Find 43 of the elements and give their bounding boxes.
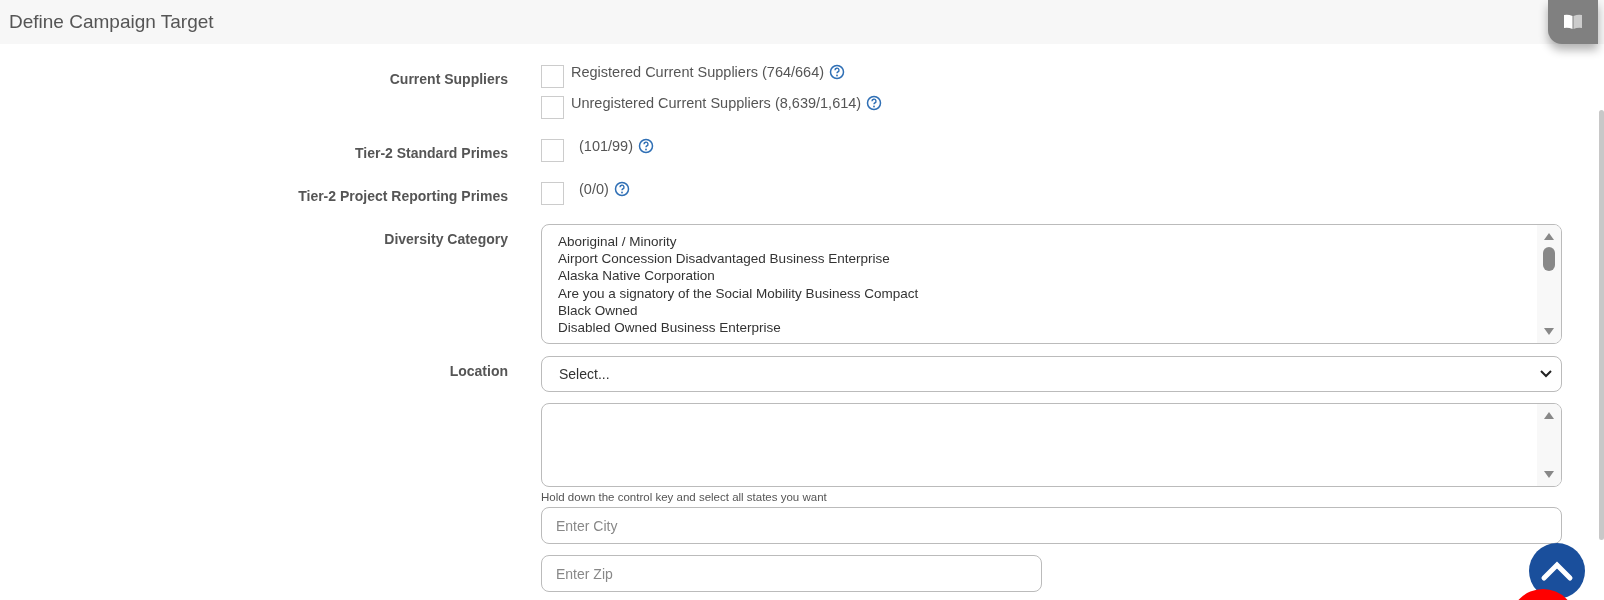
states-listbox[interactable] (541, 403, 1562, 487)
list-option[interactable]: Black Owned (558, 301, 1521, 319)
page-scrollbar[interactable] (1599, 110, 1604, 540)
help-icon[interactable] (613, 181, 630, 197)
page-title: Define Campaign Target (9, 11, 214, 33)
diversity-listbox[interactable] (541, 224, 1562, 344)
scroll-thumb[interactable] (1543, 247, 1555, 271)
field-label: Tier-2 Standard Primes (354, 145, 508, 161)
checkbox-label: (0/0) (579, 181, 609, 197)
field-label: Location (449, 363, 508, 379)
field-label: Tier-2 Project Reporting Primes (298, 188, 508, 204)
guide-button[interactable] (1548, 0, 1598, 44)
scroll-up-icon[interactable] (1543, 231, 1555, 241)
help-icon[interactable] (829, 64, 846, 80)
checkbox[interactable] (541, 96, 564, 119)
scrollbar[interactable] (1537, 225, 1561, 343)
list-option[interactable]: Disabled Owned Business Enterprise (558, 319, 1521, 337)
checkbox[interactable] (541, 65, 564, 88)
checkbox[interactable] (541, 139, 564, 162)
scroll-down-icon[interactable] (1543, 327, 1555, 337)
field-label: Diversity Category (384, 231, 508, 247)
scrollbar[interactable] (1537, 404, 1561, 486)
checkbox-label: (101/99) (579, 138, 633, 154)
city-input[interactable]: Enter City (541, 507, 1562, 544)
chevron-down-icon (1539, 369, 1553, 379)
hint-text: Hold down the control key and select all states you want (541, 491, 828, 503)
help-icon[interactable] (638, 138, 654, 154)
zip-input[interactable]: Enter Zip (541, 555, 1042, 592)
chevron-up-icon (1540, 560, 1574, 582)
scroll-up-icon[interactable] (1543, 410, 1555, 420)
list-option[interactable]: Alaska Native Corporation (558, 267, 1521, 285)
scroll-top-button[interactable] (1529, 543, 1585, 599)
field-label: Current Suppliers (389, 71, 508, 87)
location-select[interactable]: Select... (541, 356, 1562, 392)
scroll-down-icon[interactable] (1543, 470, 1555, 480)
checkbox[interactable] (541, 182, 564, 205)
book-icon (1563, 14, 1583, 30)
checkbox-label: Registered Current Suppliers (764/664) (571, 64, 825, 80)
list-option[interactable]: Aboriginal / Minority (558, 233, 1521, 251)
list-option[interactable]: Are you a signatory of the Social Mobility Business Compact (558, 284, 1521, 302)
help-icon[interactable] (866, 95, 883, 111)
checkbox-label: Unregistered Current Suppliers (8,639/1,614) (571, 95, 862, 111)
list-option[interactable]: Airport Concession Disadvantaged Business Enterprise (558, 250, 1521, 268)
